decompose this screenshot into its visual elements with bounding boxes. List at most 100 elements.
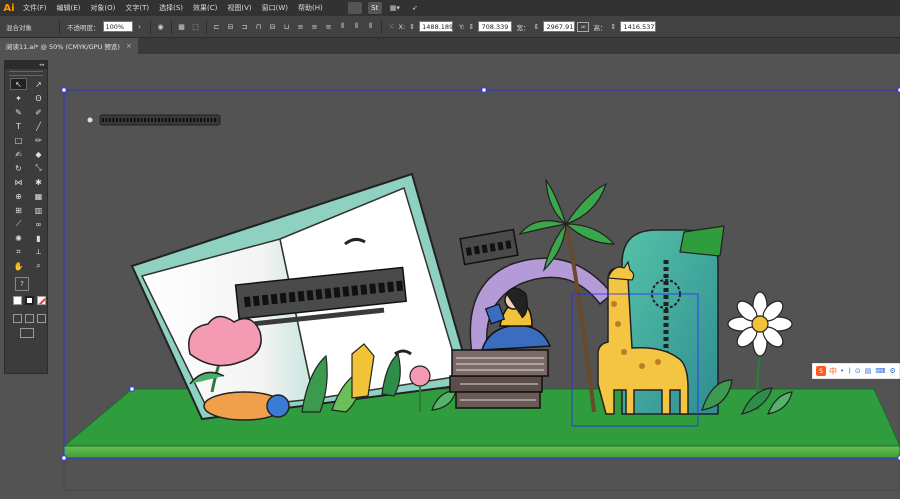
selection-tool[interactable]: ↖ [10, 78, 27, 90]
menu-item[interactable]: 编辑(E) [52, 0, 86, 16]
y-stepper-icon[interactable]: ⇕ [466, 22, 476, 32]
curvature-tool[interactable]: ✐ [30, 106, 47, 118]
distribute-top-icon[interactable]: ≡ [296, 22, 306, 32]
fill-swatch[interactable] [13, 296, 22, 305]
artboard-tool[interactable]: ⌗ [10, 246, 27, 258]
tools-panel: ◂◂ ↖ ↗ ✦ ʘ ✎ ✐ T ╱ □ ✏ ✍ ◆ ↻ ⤡ ⋈ ✱ ⊕ ▦ ⊞ ▥ ⟋ ∞ ✺ ▮ ⌗ ⟂ ✋ ⌕ ? [4, 60, 48, 374]
ime-mode[interactable]: 中 [829, 366, 837, 377]
rotate-tool[interactable]: ↻ [10, 162, 27, 174]
align-center-icon[interactable]: ⊟ [226, 22, 236, 32]
menu-item[interactable]: 视图(V) [222, 0, 256, 16]
send-icon[interactable]: ➶ [408, 2, 422, 14]
blue-ball[interactable] [266, 394, 290, 418]
bridge-icon[interactable] [347, 2, 362, 14]
distribute-center-icon[interactable]: ⦀ [352, 22, 362, 32]
document-tab[interactable]: 阅读11.ai* @ 50% (CMYK/GPU 预览) × [0, 38, 138, 54]
stroke-swatch[interactable] [25, 296, 34, 305]
opacity-input[interactable]: 100% [102, 21, 133, 32]
h-input[interactable]: 1416.537 [620, 21, 657, 32]
book-stack[interactable] [449, 349, 549, 409]
scale-tool[interactable]: ⤡ [30, 162, 47, 174]
fill-stroke-swatches[interactable] [11, 294, 47, 314]
outlined-text-fragment[interactable] [87, 114, 221, 126]
drawing-modes[interactable] [13, 314, 47, 323]
ime-keyboard-icon[interactable]: ⌨ [875, 367, 885, 375]
menu-item[interactable]: 帮助(H) [293, 0, 328, 16]
tools-panel-grip[interactable] [9, 71, 43, 76]
recolor-icon[interactable]: ◉ [156, 22, 166, 32]
distribute-right-icon[interactable]: ⦀ [366, 22, 376, 32]
ime-logo-icon[interactable]: S [816, 366, 826, 376]
reference-point-icon[interactable]: ⁙ [387, 22, 397, 32]
menu-item[interactable]: 效果(C) [188, 0, 222, 16]
w-stepper-icon[interactable]: ⇕ [531, 22, 541, 32]
align-top-icon[interactable]: ⊓ [254, 22, 264, 32]
isolate-icon[interactable]: ▦ [177, 22, 187, 32]
canvas[interactable] [52, 54, 900, 499]
opacity-dropdown-icon[interactable]: › [135, 22, 145, 32]
eraser-tool[interactable]: ◆ [30, 148, 47, 160]
lasso-tool[interactable]: ʘ [30, 92, 47, 104]
y-input[interactable]: 708.339 [478, 21, 513, 32]
x-input[interactable]: 1488.189 [419, 21, 453, 32]
align-bottom-icon[interactable]: ⊔ [282, 22, 292, 32]
w-input[interactable]: 2967.91 [543, 21, 576, 32]
menu-item[interactable]: 文字(T) [120, 0, 154, 16]
column-graph-tool[interactable]: ▮ [30, 232, 47, 244]
tools-panel-header[interactable]: ◂◂ [5, 61, 47, 69]
align-left-icon[interactable]: ⊏ [212, 22, 222, 32]
eyedropper-tool[interactable]: ⟋ [10, 218, 27, 230]
blend-tool[interactable]: ∞ [30, 218, 47, 230]
x-stepper-icon[interactable]: ⇕ [407, 22, 417, 32]
puppet-warp-tool[interactable]: ✱ [30, 176, 47, 188]
shaper-tool[interactable]: ✍ [10, 148, 27, 160]
slice-tool[interactable]: ⟂ [30, 246, 47, 258]
draw-behind-icon[interactable] [25, 314, 34, 323]
shape-builder-tool[interactable]: ⊕ [10, 190, 27, 202]
constrain-proportions-icon[interactable]: ∞ [577, 21, 590, 32]
collapse-icon[interactable]: ◂◂ [39, 62, 44, 68]
artwork[interactable] [52, 54, 900, 499]
close-icon[interactable]: × [126, 42, 132, 50]
menu-item[interactable]: 窗口(W) [257, 0, 293, 16]
ime-moon-icon[interactable]: ) [848, 367, 851, 375]
zoom-tool[interactable]: ⌕ [30, 260, 47, 272]
direct-selection-tool[interactable]: ↗ [30, 78, 47, 90]
type-tool[interactable]: T [10, 120, 27, 132]
gradient-tool[interactable]: ▥ [30, 204, 47, 216]
menu-item[interactable]: 文件(F) [18, 0, 52, 16]
help-button[interactable]: ? [15, 277, 29, 291]
screen-mode-button[interactable] [20, 328, 34, 338]
divider [205, 19, 207, 34]
ime-skin-icon[interactable]: ▤ [865, 367, 872, 375]
menu-item[interactable]: 对象(O) [85, 0, 120, 16]
ime-emoji-icon[interactable]: ⊙ [855, 367, 861, 375]
ime-punctuation-icon[interactable]: • [840, 367, 844, 375]
draw-inside-icon[interactable] [37, 314, 46, 323]
none-swatch[interactable] [37, 296, 46, 305]
hand-tool[interactable]: ✋ [10, 260, 27, 272]
rectangle-tool[interactable]: □ [10, 134, 27, 146]
select-similar-icon[interactable]: ⬚ [191, 22, 201, 32]
magic-wand-tool[interactable]: ✦ [10, 92, 27, 104]
width-tool[interactable]: ⋈ [10, 176, 27, 188]
paintbrush-tool[interactable]: ✏ [30, 134, 47, 146]
ime-settings-icon[interactable]: ⚙ [889, 367, 895, 375]
menu-item[interactable]: 选择(S) [154, 0, 188, 16]
align-right-icon[interactable]: ⊐ [240, 22, 250, 32]
mesh-tool[interactable]: ⊞ [10, 204, 27, 216]
symbol-sprayer-tool[interactable]: ✺ [10, 232, 27, 244]
pen-tool[interactable]: ✎ [10, 106, 27, 118]
h-stepper-icon[interactable]: ⇕ [608, 22, 618, 32]
line-tool[interactable]: ╱ [30, 120, 47, 132]
ime-toolbar[interactable]: S 中 •) ⊙ ▤ ⌨ ⚙ [812, 363, 900, 379]
distribute-bottom-icon[interactable]: ≡ [324, 22, 334, 32]
control-bar: 混合对象 不透明度： 100% › ◉ ▦ ⬚ ⊏ ⊟ ⊐ ⊓ ⊟ ⊔ ≡ ≡ … [0, 16, 900, 38]
distribute-left-icon[interactable]: ⦀ [338, 22, 348, 32]
arrange-documents-icon[interactable]: ▦▾ [388, 2, 402, 14]
distribute-middle-icon[interactable]: ≡ [310, 22, 320, 32]
perspective-grid-tool[interactable]: ▦ [30, 190, 47, 202]
stock-icon[interactable]: St [367, 2, 382, 14]
draw-normal-icon[interactable] [13, 314, 22, 323]
align-middle-icon[interactable]: ⊟ [268, 22, 278, 32]
